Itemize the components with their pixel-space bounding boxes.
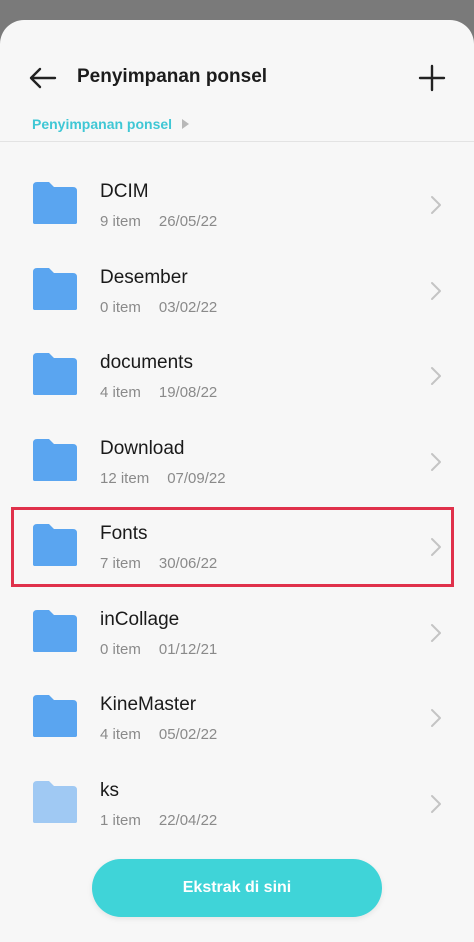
breadcrumb-arrow-icon [182,119,190,129]
folder-row[interactable]: inCollage 0 item 01/12/21 [0,570,474,658]
folder-date: 22/04/22 [158,811,218,829]
chevron-right-icon [431,794,441,813]
folder-item-count: 1 item [100,811,141,829]
folder-list: DCIM 9 item 26/05/22 Desember 0 item 03/02… [0,142,474,830]
bottom-sheet: Penyimpanan ponsel Penyimpanan ponsel DC… [0,20,474,942]
folder-name: documents [100,352,193,373]
breadcrumb-item[interactable]: Penyimpanan ponsel [32,116,172,132]
folder-name: inCollage [100,608,180,630]
folder-name: KineMaster [100,694,197,715]
chevron-right-icon [431,281,441,300]
folder-name: ks [100,779,119,801]
breadcrumb: Penyimpanan ponsel [32,116,190,132]
folder-name: Desember [100,266,188,288]
folder-icon [33,524,77,566]
folder-icon [33,353,77,395]
folder-name: DCIM [100,181,149,202]
folder-icon [33,609,77,652]
folder-row[interactable]: ks 1 item 22/04/22 [0,741,474,830]
folder-row[interactable]: documents 4 item 19/08/22 [0,313,474,401]
folder-row[interactable]: Fonts 7 item 30/06/22 [0,484,474,572]
folder-icon [33,695,77,737]
folder-name: Download [100,437,185,459]
chevron-right-icon [431,538,441,556]
folder-name: Fonts [100,523,148,544]
page-title: Penyimpanan ponsel [77,66,268,87]
header: Penyimpanan ponsel Penyimpanan ponsel [0,20,474,140]
chevron-right-icon [431,196,441,214]
folder-icon [33,267,77,310]
folder-row[interactable]: Download 12 item 07/09/22 [0,399,474,487]
plus-icon[interactable] [418,64,446,92]
chevron-right-icon [431,623,441,642]
chevron-right-icon [431,452,441,471]
extract-here-button[interactable]: Ekstrak di sini [92,859,382,917]
folder-row[interactable]: KineMaster 4 item 05/02/22 [0,655,474,743]
folder-icon [33,438,77,481]
folder-meta: 1 item 22/04/22 [100,812,217,830]
folder-icon [33,182,77,224]
chevron-right-icon [431,709,441,727]
folder-icon [33,780,77,823]
folder-row[interactable]: DCIM 9 item 26/05/22 [0,142,474,230]
folder-row[interactable]: Desember 0 item 03/02/22 [0,228,474,316]
arrow-left-icon[interactable] [28,64,58,92]
chevron-right-icon [431,367,441,385]
